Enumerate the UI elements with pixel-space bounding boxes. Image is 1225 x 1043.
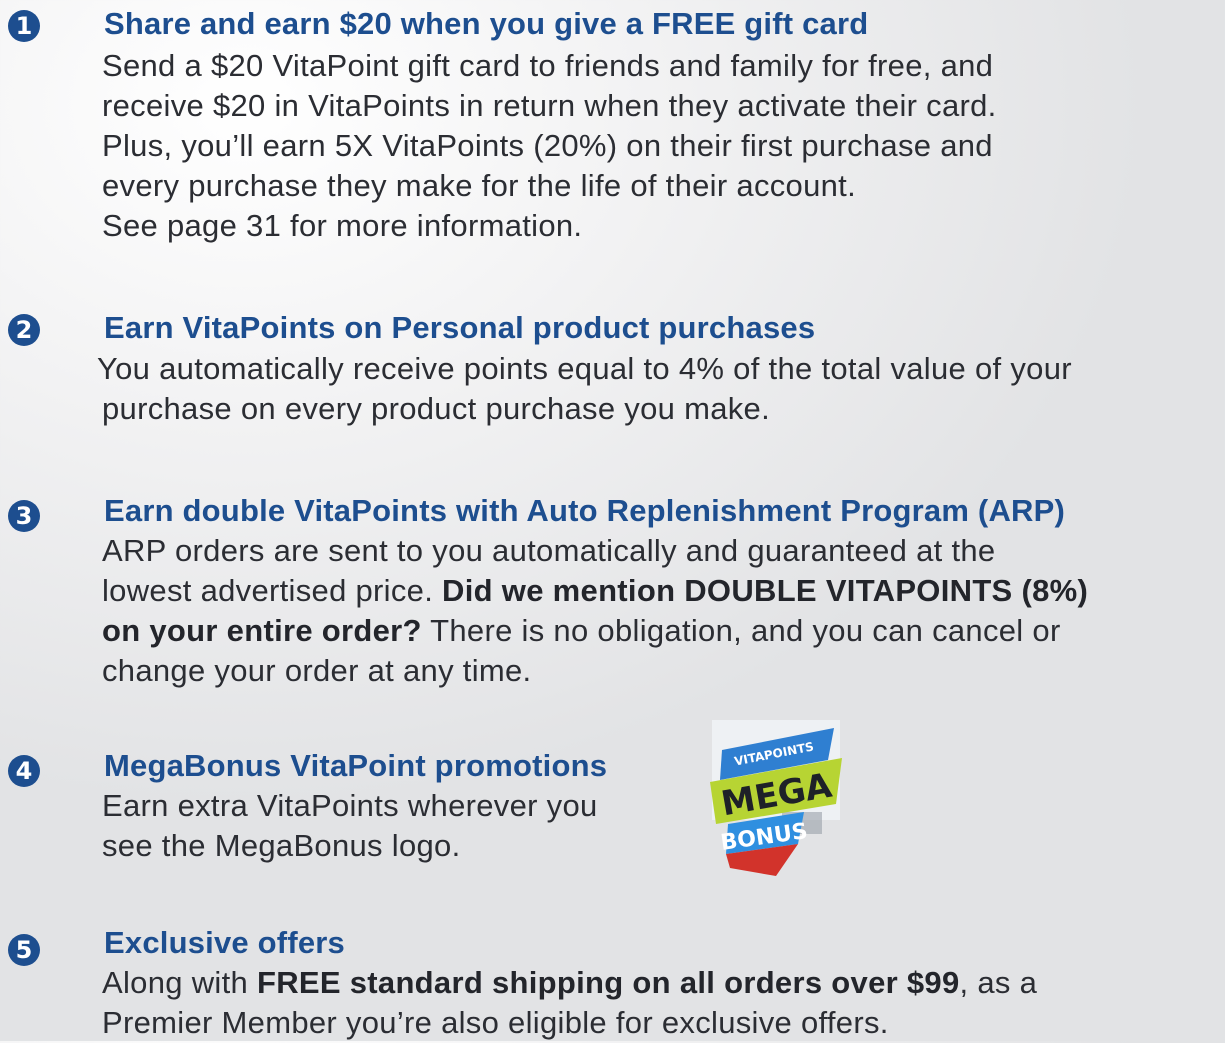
benefit-text-5: Along with FREE standard shipping on all… — [102, 965, 1038, 1040]
benefit-text-1: Send a $20 VitaPoint gift card to friend… — [102, 46, 997, 246]
benefit-title-1: Share and earn $20 when you give a FREE … — [104, 6, 869, 41]
free-shipping-highlight: FREE standard shipping on all orders ove… — [256, 965, 960, 1000]
megabonus-logo: VITAPOINTS MEGA BONUS — [704, 720, 844, 880]
benefit-title-4: MegaBonus VitaPoint promotions — [104, 748, 608, 783]
step-number-4: 4 — [8, 755, 40, 787]
benefit-text-4: Earn extra VitaPoints wherever you see t… — [102, 788, 598, 863]
entire-order-highlight: on your entire order? — [102, 613, 422, 648]
benefit-text-3: ARP orders are sent to you automatically… — [102, 533, 1089, 688]
step-number-3: 3 — [8, 500, 40, 532]
megabonus-logo-graphic: VITAPOINTS MEGA BONUS — [710, 720, 842, 876]
step-number-1: 1 — [8, 10, 40, 42]
page-reference: See page 31 for more information. — [102, 208, 583, 243]
benefit-title-2: Earn VitaPoints on Personal product purc… — [104, 310, 816, 345]
step-number-5: 5 — [8, 934, 40, 966]
benefit-title-5: Exclusive offers — [104, 925, 345, 960]
step-number-2: 2 — [8, 314, 40, 346]
double-points-highlight: Did we mention DOUBLE VITAPOINTS (8%) — [442, 573, 1089, 608]
benefit-text-2: You automatically receive points equal t… — [97, 351, 1072, 426]
benefit-title-3: Earn double VitaPoints with Auto Repleni… — [104, 493, 1066, 528]
